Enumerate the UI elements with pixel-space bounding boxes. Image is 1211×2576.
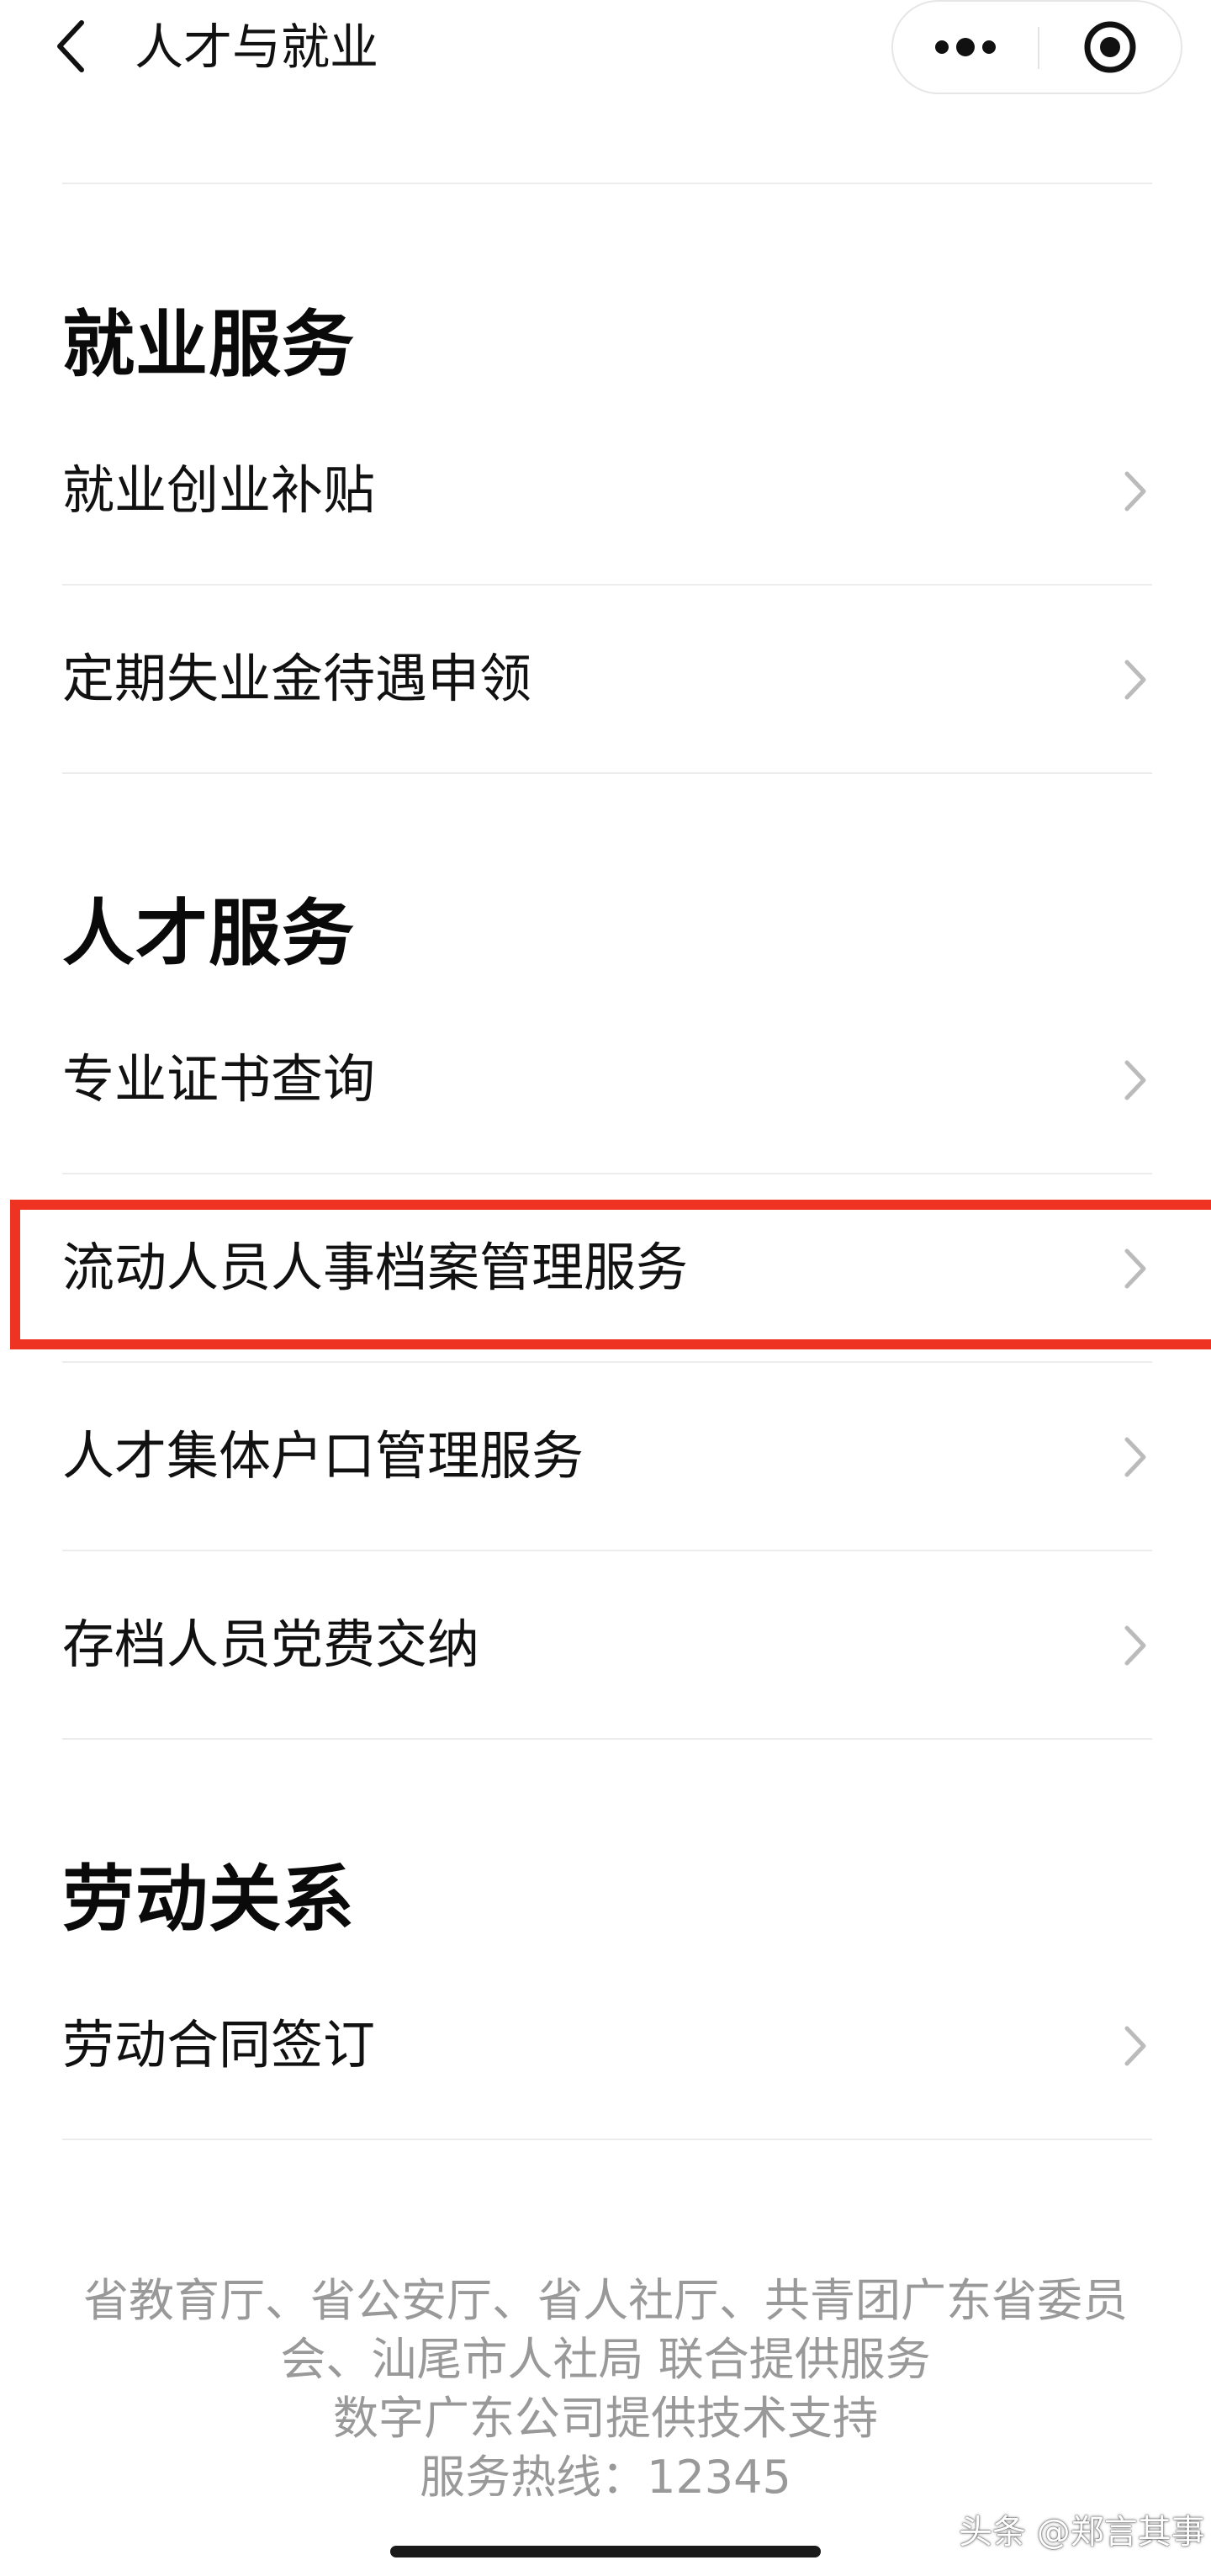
chevron-left-icon — [57, 20, 84, 72]
home-indicator[interactable] — [390, 2546, 821, 2557]
list-item-label: 流动人员人事档案管理服务 — [62, 1237, 689, 1298]
section-title-labor-relations: 劳动关系 — [62, 1858, 355, 1942]
chevron-right-icon — [1118, 1434, 1152, 1481]
chevron-right-icon — [1118, 2022, 1152, 2070]
section-title-employment: 就业服务 — [62, 303, 355, 387]
list-item-label: 定期失业金待遇申领 — [62, 648, 532, 709]
footer: 省教育厅、省公安厅、省人社厅、共青团广东省委员 会、汕尾市人社局 联合提供服务 … — [34, 2271, 1177, 2507]
list-item-label: 就业创业补贴 — [62, 459, 376, 521]
list-item-certificate-query[interactable]: 专业证书查询 — [62, 986, 1152, 1174]
more-dots-icon — [935, 38, 996, 56]
list-item-labor-contract[interactable]: 劳动合同签订 — [62, 1952, 1152, 2140]
watermark: 头条 @郑言其事 — [959, 2513, 1205, 2552]
chevron-right-icon — [1118, 656, 1152, 703]
footer-hotline: 服务热线：12345 — [420, 2451, 791, 2504]
top-bar: 人才与就业 — [0, 0, 1211, 94]
list-item-label: 人才集体户口管理服务 — [62, 1425, 584, 1487]
divider — [62, 183, 1152, 184]
list-item-employment-subsidy[interactable]: 就业创业补贴 — [62, 397, 1152, 586]
footer-line: 数字广东公司提供技术支持 — [333, 2392, 878, 2445]
chevron-right-icon — [1118, 1245, 1152, 1292]
list-item-label: 存档人员党费交纳 — [62, 1614, 480, 1675]
list-item-label: 劳动合同签订 — [62, 2014, 376, 2075]
chevron-right-icon — [1118, 468, 1152, 515]
mini-program-capsule — [891, 0, 1182, 94]
list-item-unemployment-benefit[interactable]: 定期失业金待遇申领 — [62, 586, 1152, 774]
section-title-talent: 人才服务 — [62, 892, 355, 976]
list-item-personnel-archive[interactable]: 流动人员人事档案管理服务 — [62, 1174, 1152, 1363]
page-title: 人才与就业 — [135, 19, 379, 76]
list-item-label: 专业证书查询 — [62, 1048, 376, 1110]
footer-line: 省教育厅、省公安厅、省人社厅、共青团广东省委员 — [83, 2274, 1128, 2327]
target-close-icon — [1084, 21, 1136, 73]
close-button[interactable] — [1039, 2, 1181, 93]
list-item-party-dues[interactable]: 存档人员党费交纳 — [62, 1551, 1152, 1740]
more-button[interactable] — [893, 2, 1038, 93]
list-item-collective-hukou[interactable]: 人才集体户口管理服务 — [62, 1363, 1152, 1551]
chevron-right-icon — [1118, 1057, 1152, 1104]
back-button[interactable] — [42, 17, 101, 76]
footer-line: 会、汕尾市人社局 联合提供服务 — [280, 2333, 931, 2386]
chevron-right-icon — [1118, 1622, 1152, 1669]
